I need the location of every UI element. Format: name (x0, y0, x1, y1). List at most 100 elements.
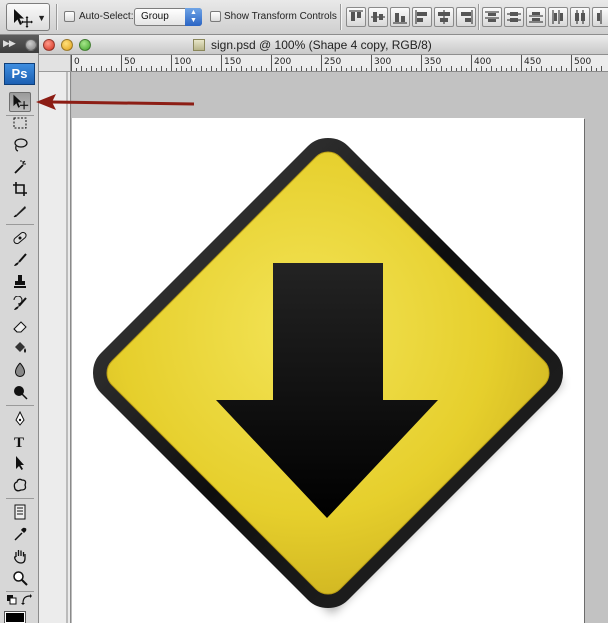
distribute-left-icon (552, 10, 563, 24)
magic-wand-tool[interactable] (9, 157, 31, 177)
stamp-icon (14, 275, 26, 288)
distribute-right-button[interactable] (592, 7, 608, 27)
separator (478, 4, 480, 30)
close-window-button[interactable] (25, 39, 37, 51)
distribute-left-button[interactable] (548, 7, 568, 27)
show-transform-checkbox[interactable] (210, 11, 221, 22)
distribute-bottom-icon (529, 12, 543, 23)
default-colors-button[interactable] (5, 593, 19, 607)
align-bottom-icon (393, 13, 407, 24)
distribute-top-icon (485, 11, 499, 22)
ruler-label: 100 (174, 57, 191, 67)
updown-arrows-icon: ▲ ▼ (185, 8, 202, 26)
paint-bucket-tool[interactable] (9, 338, 31, 358)
type-tool[interactable]: T (9, 431, 31, 451)
foreground-color-swatch[interactable] (4, 611, 26, 623)
ruler-label: 400 (474, 57, 491, 67)
ruler-label: 350 (424, 57, 441, 67)
align-hcenter-button[interactable] (434, 7, 454, 27)
distribute-hcenter-button[interactable] (570, 7, 590, 27)
brush-icon (14, 253, 27, 266)
align-right-button[interactable] (456, 7, 476, 27)
zoom-window-icon[interactable] (79, 39, 91, 51)
hand-tool[interactable] (9, 546, 31, 566)
lasso-icon (14, 138, 28, 152)
tools-panel: Ps T (0, 53, 39, 623)
hand-icon (14, 550, 26, 564)
marquee-tool[interactable] (9, 113, 31, 133)
align-bottom-button[interactable] (390, 7, 410, 27)
notes-tool[interactable] (9, 502, 31, 522)
distribute-vcenter-button[interactable] (504, 7, 524, 27)
align-left-button[interactable] (412, 7, 432, 27)
warning-sign-artwork (93, 138, 563, 614)
eraser-tool[interactable] (9, 316, 31, 336)
chevron-down-icon: ▼ (37, 13, 46, 23)
distribute-top-button[interactable] (482, 7, 502, 27)
tool-separator (6, 498, 34, 499)
bandage-icon (13, 231, 27, 245)
healing-brush-tool[interactable] (9, 228, 31, 248)
swap-arrow-icon (21, 594, 32, 605)
photoshop-logo[interactable]: Ps (4, 63, 35, 85)
ruler-label: 300 (374, 57, 391, 67)
ruler-label: 200 (274, 57, 291, 67)
align-top-button[interactable] (346, 7, 366, 27)
ruler-label: 250 (324, 57, 341, 67)
clone-stamp-tool[interactable] (9, 272, 31, 292)
document-icon (193, 39, 205, 51)
document-titlebar[interactable]: sign.psd @ 100% (Shape 4 copy, RGB/8) (25, 35, 608, 55)
distribute-hcenter-icon (575, 10, 585, 24)
marquee-icon (13, 117, 27, 129)
move-icon (13, 94, 29, 110)
move-tool[interactable] (9, 92, 31, 112)
eraser-icon (13, 321, 27, 333)
auto-select-checkbox[interactable] (64, 11, 75, 22)
pen-icon (15, 411, 25, 426)
canvas-area[interactable] (72, 72, 608, 623)
document-title: sign.psd @ 100% (Shape 4 copy, RGB/8) (211, 38, 432, 52)
align-vcenter-button[interactable] (368, 7, 388, 27)
svg-text:T: T (14, 435, 24, 449)
distribute-bottom-button[interactable] (526, 7, 546, 27)
magic-wand-icon (14, 160, 26, 174)
crop-icon (13, 182, 27, 196)
horizontal-ruler[interactable]: 0 50 100 150 200 250 300 350 400 450 500 (71, 55, 608, 72)
default-colors-icon (7, 595, 17, 605)
ruler-label: 150 (224, 57, 241, 67)
tool-separator (6, 224, 34, 225)
minimize-icon[interactable] (61, 39, 73, 51)
slice-icon (13, 206, 26, 218)
auto-select-label: Auto-Select: (79, 11, 134, 22)
custom-shape-tool[interactable] (9, 475, 31, 495)
lasso-tool[interactable] (9, 135, 31, 155)
align-hcenter-icon (438, 10, 450, 24)
ruler-label: 450 (524, 57, 541, 67)
eyedropper-icon (14, 527, 27, 541)
path-selection-tool[interactable] (9, 453, 31, 473)
swap-colors-button[interactable] (20, 593, 34, 607)
tool-separator (6, 591, 34, 592)
eyedropper-tool[interactable] (9, 524, 31, 544)
align-vcenter-icon (371, 12, 385, 22)
crop-tool[interactable] (9, 179, 31, 199)
distribute-right-icon (597, 10, 602, 24)
zoom-tool[interactable] (9, 568, 31, 588)
brush-tool[interactable] (9, 250, 31, 270)
history-brush-icon (13, 296, 27, 310)
collapse-panel-icon[interactable]: ▶▶ (3, 38, 16, 49)
blur-tool[interactable] (9, 360, 31, 380)
slice-tool[interactable] (9, 201, 31, 221)
tool-preset-picker[interactable]: ▼ (6, 3, 50, 31)
ruler-ticks-vertical (66, 72, 68, 623)
ruler-origin[interactable] (39, 55, 71, 72)
auto-select-value: Group (141, 11, 169, 22)
callout-arrow (36, 94, 195, 110)
dodge-tool[interactable] (9, 382, 31, 402)
document-canvas[interactable] (72, 118, 584, 623)
auto-select-dropdown[interactable]: Group ▲ ▼ (134, 8, 202, 26)
pen-tool[interactable] (9, 409, 31, 429)
vertical-ruler[interactable] (39, 72, 71, 623)
history-brush-tool[interactable] (9, 294, 31, 314)
close-icon[interactable] (43, 39, 55, 51)
